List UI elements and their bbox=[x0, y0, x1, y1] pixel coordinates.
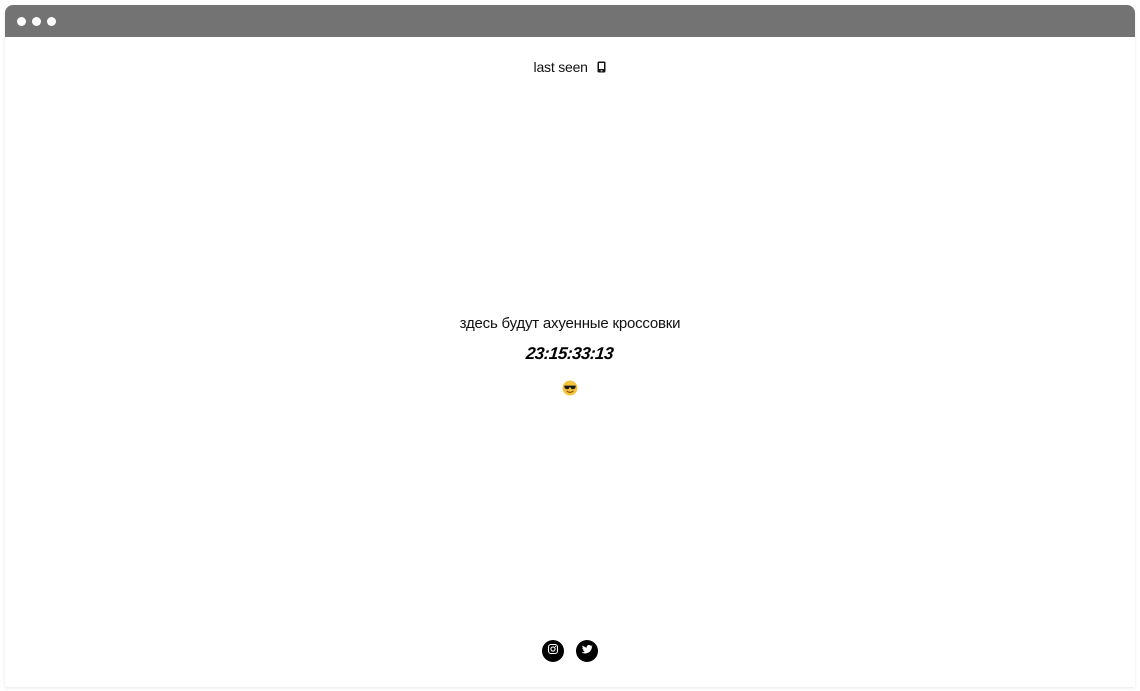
smiling-face-with-sunglasses-icon bbox=[562, 380, 578, 396]
browser-window: last seen здесь будут ахуенные кроссовки… bbox=[5, 5, 1135, 687]
window-dot-maximize[interactable] bbox=[47, 16, 56, 26]
mobile-phone-icon bbox=[597, 60, 606, 76]
twitter-link[interactable] bbox=[576, 640, 598, 662]
window-dot-close[interactable] bbox=[17, 16, 26, 26]
hero: здесь будут ахуенные кроссовки 23:15:33:… bbox=[5, 315, 1135, 396]
twitter-icon bbox=[581, 642, 593, 660]
instagram-link[interactable] bbox=[542, 640, 564, 662]
window-dot-minimize[interactable] bbox=[32, 16, 41, 26]
tagline: здесь будут ахуенные кроссовки bbox=[459, 315, 681, 332]
window-titlebar bbox=[5, 5, 1135, 37]
page-content: last seen здесь будут ахуенные кроссовки… bbox=[5, 37, 1135, 687]
last-seen-label: last seen bbox=[533, 59, 588, 75]
countdown-timer: 23:15:33:13 bbox=[525, 344, 615, 363]
instagram-icon bbox=[547, 642, 559, 660]
social-links bbox=[5, 640, 1135, 662]
last-seen-status: last seen bbox=[5, 59, 1135, 76]
